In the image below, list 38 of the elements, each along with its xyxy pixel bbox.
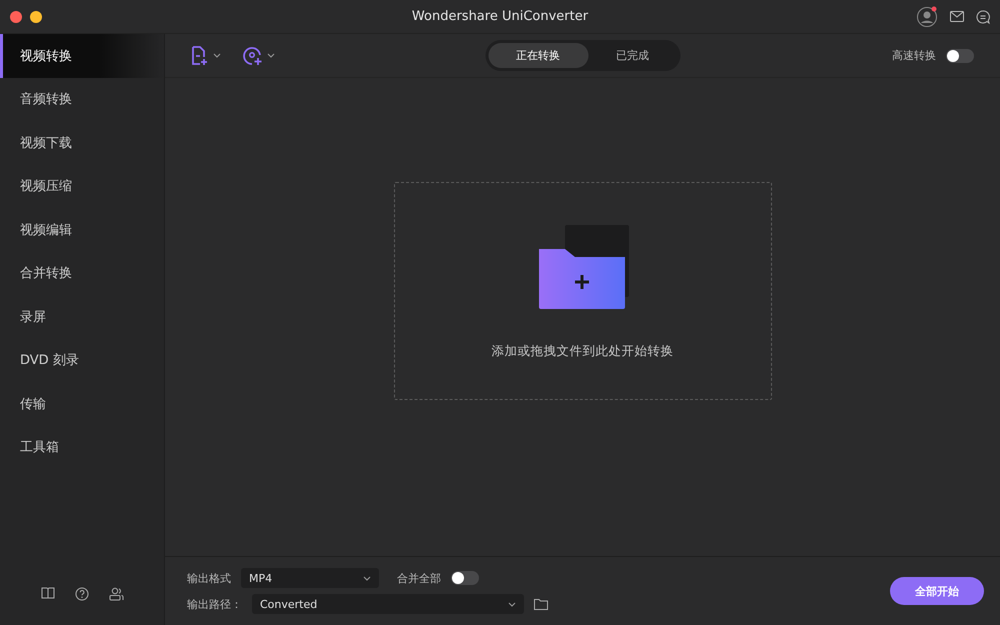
folder-icon[interactable]	[534, 598, 548, 610]
window-title: Wondershare UniConverter	[412, 9, 588, 24]
caret-icon	[363, 576, 371, 580]
output-path-dropdown[interactable]: Converted	[252, 594, 524, 614]
sidebar-item[interactable]: 合并转换	[0, 252, 164, 295]
tab[interactable]: 正在转换	[488, 43, 588, 68]
merge-all-label: 合并全部	[397, 570, 441, 586]
merge-all-toggle[interactable]	[451, 571, 479, 585]
drop-zone[interactable]: 添加或拖拽文件到此处开始转换	[394, 182, 772, 400]
caret-icon	[267, 53, 275, 58]
tab[interactable]: 已完成	[588, 43, 677, 68]
sidebar-item[interactable]: 视频下载	[0, 121, 164, 164]
sidebar-item[interactable]: 视频压缩	[0, 164, 164, 208]
output-path-label: 输出路径：	[187, 596, 242, 612]
drop-hint: 添加或拖拽文件到此处开始转换	[492, 342, 674, 360]
sidebar-item[interactable]: 传输	[0, 382, 164, 426]
start-all-button[interactable]: 全部开始	[890, 577, 984, 605]
sidebar-item[interactable]: DVD 刻录	[0, 338, 164, 382]
chat-icon[interactable]	[976, 10, 990, 24]
users-icon[interactable]	[108, 587, 124, 601]
add-disc-button[interactable]	[243, 46, 275, 66]
high-speed-label: 高速转换	[892, 48, 936, 63]
mail-icon[interactable]	[950, 11, 964, 22]
high-speed-toggle[interactable]	[946, 48, 974, 62]
sidebar-item[interactable]: 录屏	[0, 295, 164, 338]
add-file-button[interactable]	[191, 46, 221, 66]
help-icon[interactable]	[74, 587, 88, 601]
sidebar-item[interactable]: 工具箱	[0, 426, 164, 469]
sidebar-item[interactable]: 音频转换	[0, 78, 164, 121]
caret-icon	[508, 602, 516, 606]
output-format-label: 输出格式	[187, 570, 231, 586]
format-dropdown[interactable]: MP4	[241, 568, 379, 588]
minimize-window-button[interactable]	[30, 10, 42, 22]
sidebar-item[interactable]: 视频编辑	[0, 208, 164, 252]
caret-icon	[213, 53, 221, 58]
book-icon[interactable]	[40, 587, 54, 599]
account-icon[interactable]	[916, 6, 938, 28]
close-window-button[interactable]	[10, 10, 22, 22]
